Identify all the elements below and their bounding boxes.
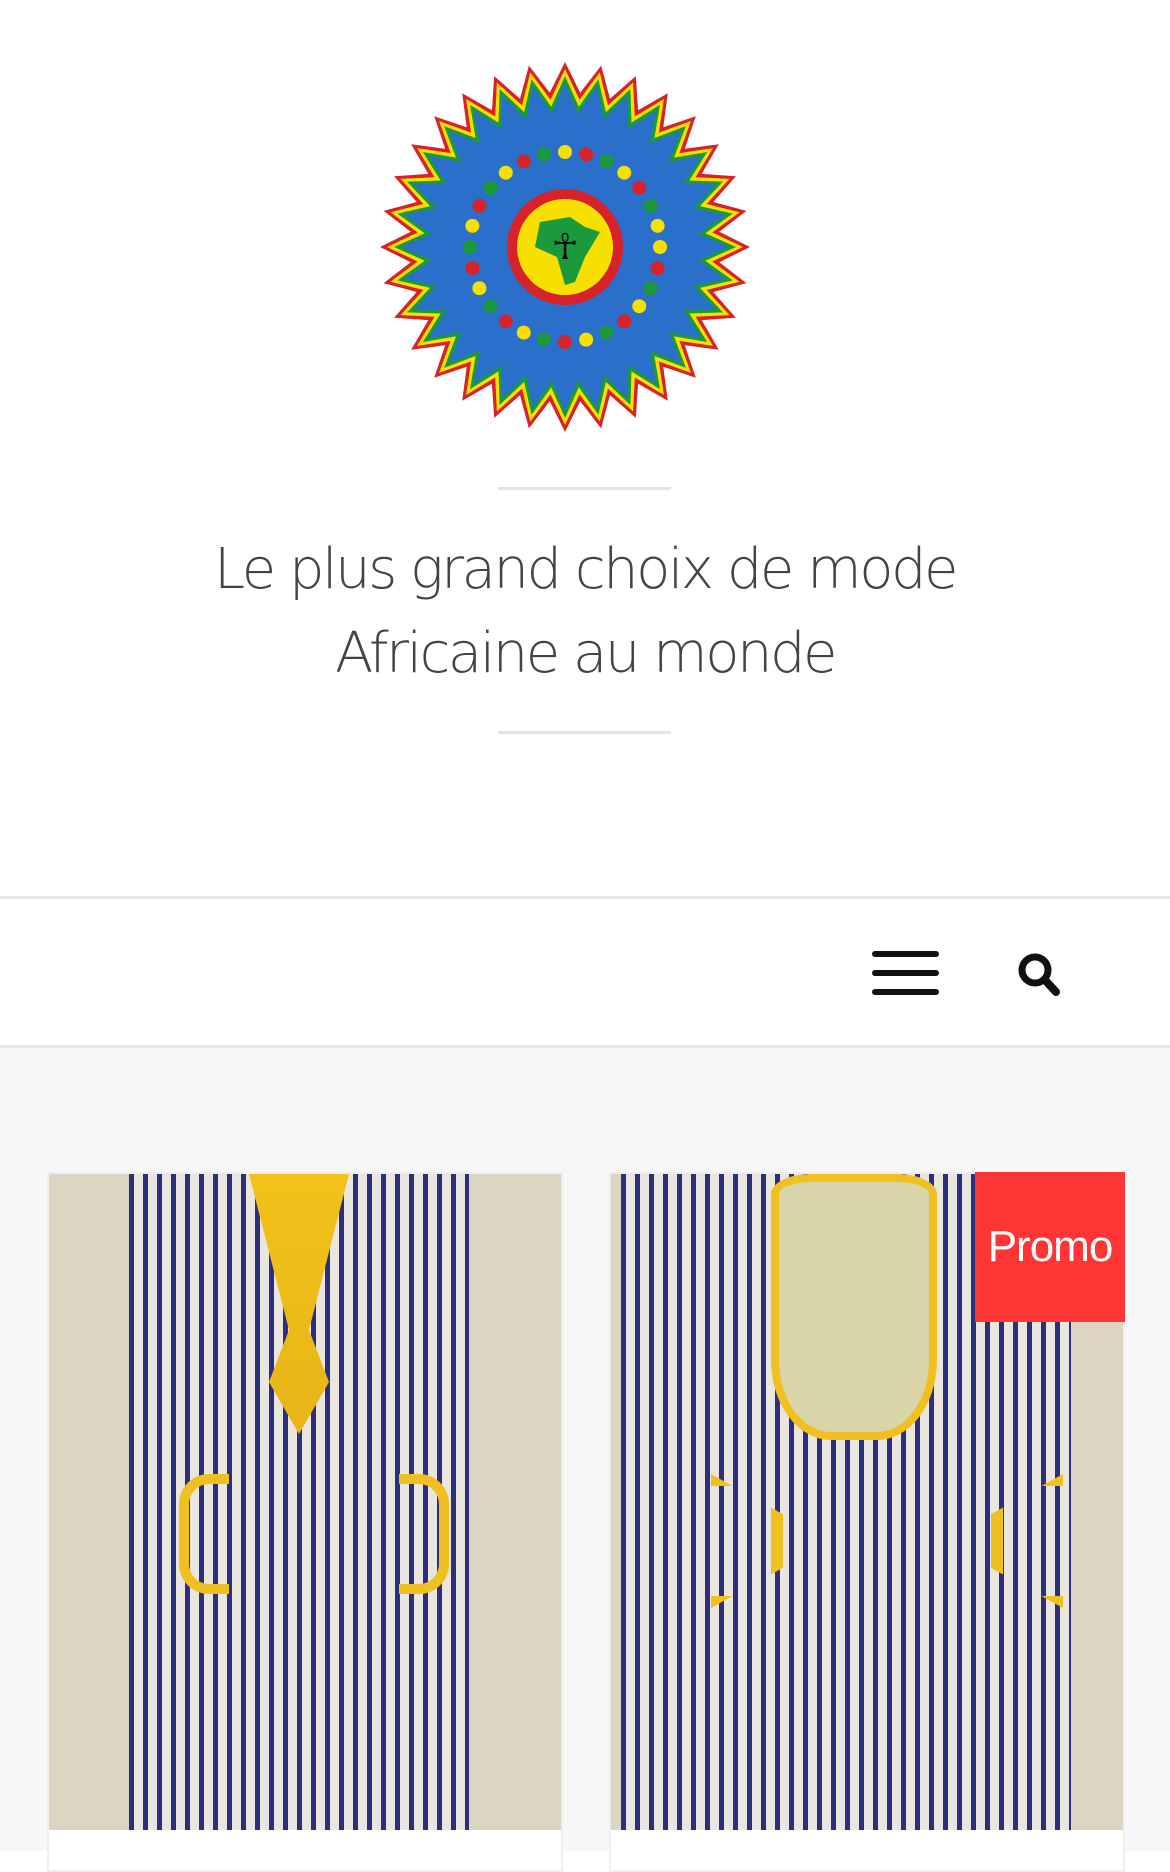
logo-animal-mark: [579, 147, 594, 162]
logo-animal-mark: [617, 314, 632, 329]
site-tagline: Le plus grand choix de mode Africaine au…: [0, 528, 1170, 696]
nav-bar: [0, 896, 1170, 1048]
logo-animal-mark: [472, 281, 487, 296]
search-icon: [1018, 953, 1060, 996]
logo-animal-mark: [483, 180, 498, 195]
logo-animal-mark: [650, 218, 665, 233]
logo-animal-mark: [599, 154, 614, 169]
logo-animal-mark: [465, 261, 480, 276]
logo-animal-mark: [599, 325, 614, 340]
logo-animal-mark: [483, 299, 498, 314]
logo-animal-mark: [558, 145, 572, 159]
menu-button[interactable]: [872, 951, 939, 995]
site-logo[interactable]: ☥: [375, 62, 755, 432]
logo-animal-mark: [498, 314, 513, 329]
promo-badge: Promo: [975, 1172, 1125, 1322]
logo-animal-mark: [650, 261, 665, 276]
logo-animal-mark: [472, 198, 487, 213]
logo-animal-mark: [653, 240, 667, 254]
logo-animal-mark: [558, 335, 572, 349]
logo-animal-mark: [498, 165, 513, 180]
tagline-line-1: Le plus grand choix de mode: [214, 537, 958, 602]
logo-animal-mark: [465, 218, 480, 233]
logo-animal-mark: [643, 198, 658, 213]
logo-animal-mark: [632, 180, 647, 195]
logo-animal-mark: [516, 154, 531, 169]
divider-bottom: [498, 731, 671, 734]
product-grid: [0, 1048, 1170, 1872]
logo-animal-mark: [643, 281, 658, 296]
search-button[interactable]: [1014, 949, 1064, 999]
logo-ankh: ☥: [552, 226, 579, 267]
logo-animal-mark: [617, 165, 632, 180]
product-card[interactable]: [47, 1172, 563, 1872]
logo-animal-mark: [516, 325, 531, 340]
tagline-line-2: Africaine au monde: [335, 621, 837, 686]
divider-top: [498, 487, 671, 490]
logo-animal-mark: [536, 332, 551, 347]
logo-animal-mark: [536, 147, 551, 162]
product-image[interactable]: [49, 1174, 561, 1830]
site-header: ☥ Le plus grand choix de mode Africaine …: [0, 0, 1170, 896]
logo-animal-mark: [632, 299, 647, 314]
logo-animal-mark: [579, 332, 594, 347]
logo-animal-mark: [463, 240, 477, 254]
